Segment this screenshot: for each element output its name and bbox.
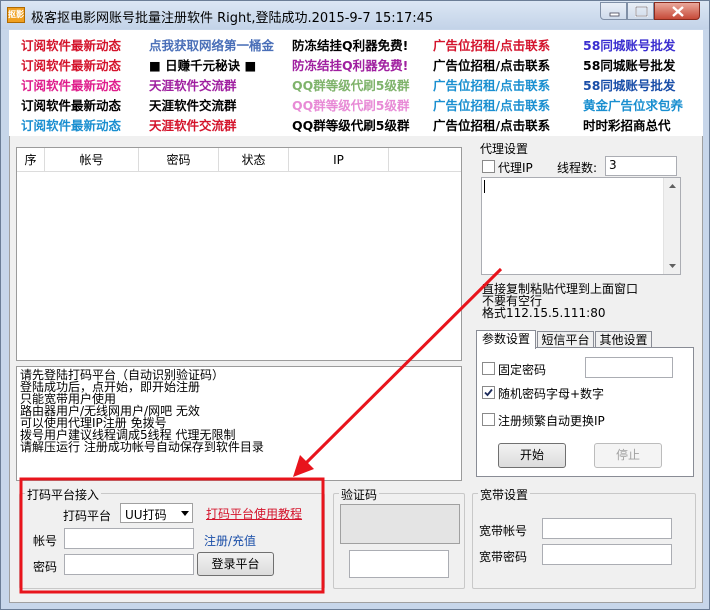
ad-link[interactable]: QQ群等级代刷5级群 [292,115,409,134]
column-header-password[interactable]: 密码 [139,148,219,172]
captcha-image [340,504,460,544]
maximize-button[interactable] [627,2,654,20]
broadband-title: 宽带设置 [478,486,531,503]
broadband-password-label: 宽带密码 [479,550,528,564]
broadband-group: 宽带设置 [472,486,696,589]
ad-link[interactable]: 天涯软件交流群 [149,115,237,134]
proxy-checkbox[interactable] [482,160,495,173]
column-header-account[interactable]: 帐号 [45,148,139,172]
ad-link[interactable]: 订阅软件最新动态 [21,75,121,94]
close-icon [672,6,684,17]
text-cursor [484,180,485,193]
proxy-checkbox-label: 代理IP [498,161,533,175]
platform-account-input[interactable] [64,528,194,549]
auto-ip-label: 注册频繁自动更换IP [498,414,605,428]
column-header-status[interactable]: 状态 [219,148,289,172]
platform-select[interactable]: UU打码 [120,503,193,523]
minimize-button[interactable] [600,2,627,20]
captcha-platform-title: 打码平台接入 [25,486,102,503]
account-table[interactable]: 序 帐号 密码 状态 IP [16,147,462,361]
broadband-account-label: 宽带帐号 [479,524,528,538]
ad-link[interactable]: 广告位招租/点击联系 [433,115,550,134]
ad-grid: 订阅软件最新动态 点我获取网络第一桶金 防冻结挂Q利器免费! 广告位招租/点击联系 58… [9,30,703,136]
window-title: 极客抠电影网账号批量注册软件 Right,登陆成功.2015-9-7 15:17… [31,11,434,26]
ad-link[interactable]: 时时彩招商总代 [583,115,671,134]
threads-input[interactable]: 3 [605,156,677,176]
ad-link[interactable]: 天涯软件交流群 [149,75,237,94]
table-header: 序 帐号 密码 状态 IP [17,148,461,172]
app-window: 抠影 极客抠电影网账号批量注册软件 Right,登陆成功.2015-9-7 15… [0,0,710,610]
ad-link[interactable]: 广告位招租/点击联系 [433,95,550,114]
ad-link[interactable]: 订阅软件最新动态 [21,95,121,114]
proxy-group-title: 代理设置 [480,142,529,156]
ad-link[interactable]: 防冻结挂Q利器免费! [292,55,408,74]
minimize-icon [609,12,620,17]
fixed-password-label: 固定密码 [498,363,547,377]
chevron-down-icon [181,511,189,516]
ad-link[interactable]: 天涯软件交流群 [149,95,237,114]
column-header-index[interactable]: 序 [17,148,45,172]
login-platform-button[interactable]: 登录平台 [197,552,274,576]
fixed-password-checkbox[interactable] [482,362,495,375]
ad-link[interactable]: 广告位招租/点击联系 [433,75,550,94]
stop-button[interactable]: 停止 [594,443,662,468]
ad-link[interactable]: 点我获取网络第一桶金 [149,35,274,54]
ad-link[interactable]: QQ群等级代刷5级群 [292,75,409,94]
register-recharge-link[interactable]: 注册/充值 [204,532,256,549]
captcha-input[interactable] [349,550,449,578]
maximize-icon [635,6,648,17]
ad-link[interactable]: ■ 日赚千元秘诀 ■ [149,55,256,74]
ad-link[interactable]: 订阅软件最新动态 [21,35,121,54]
ad-link[interactable]: 广告位招租/点击联系 [433,35,550,54]
proxy-list-scrollbar[interactable] [663,178,680,274]
account-label: 帐号 [33,534,58,548]
ad-link[interactable]: 订阅软件最新动态 [21,55,121,74]
broadband-password-input[interactable] [542,544,672,565]
ad-link[interactable]: 防冻结挂Q利器免费! [292,35,408,54]
ad-link[interactable]: 黄金广告位求包养 [583,95,683,114]
ad-link[interactable]: QQ群等级代刷5级群 [292,95,409,114]
instructions-log[interactable]: 请先登陆打码平台（自动识别验证码） 登陆成功后，点开始，即开始注册 只能宽带用户使用… [16,366,462,481]
ad-link[interactable]: 订阅软件最新动态 [21,115,121,134]
platform-password-input[interactable] [64,554,194,575]
captcha-title: 验证码 [339,486,380,503]
auto-ip-checkbox[interactable] [482,413,495,426]
broadband-account-input[interactable] [542,518,672,539]
password-label: 密码 [33,560,58,574]
threads-label: 线程数: [557,161,598,175]
start-button[interactable]: 开始 [498,443,566,468]
random-password-label: 随机密码字母+数字 [498,387,605,401]
platform-select-value: UU打码 [125,508,167,522]
column-header-ip[interactable]: IP [289,148,389,172]
close-button[interactable] [654,2,700,20]
checkmark-icon [484,388,493,397]
random-password-checkbox[interactable] [482,386,495,399]
platform-label: 打码平台 [63,509,112,523]
ad-link[interactable]: 58同城账号批发 [583,75,675,94]
log-line: 请解压运行 注册成功帐号自动保存到软件目录 [20,440,264,454]
proxy-hint-3: 格式112.15.5.111:80 [482,306,606,320]
app-icon: 抠影 [7,7,25,23]
ad-link[interactable]: 58同城账号批发 [583,35,675,54]
tab-params[interactable]: 参数设置 [476,330,536,349]
ad-link[interactable]: 58同城账号批发 [583,55,675,74]
tutorial-link[interactable]: 打码平台使用教程 [206,505,302,522]
scroll-arrows-icon [669,184,676,268]
ad-link[interactable]: 广告位招租/点击联系 [433,55,550,74]
fixed-password-input[interactable] [585,357,673,378]
proxy-list-textarea[interactable] [481,177,681,275]
title-bar[interactable]: 抠影 极客抠电影网账号批量注册软件 Right,登陆成功.2015-9-7 15… [1,1,709,29]
